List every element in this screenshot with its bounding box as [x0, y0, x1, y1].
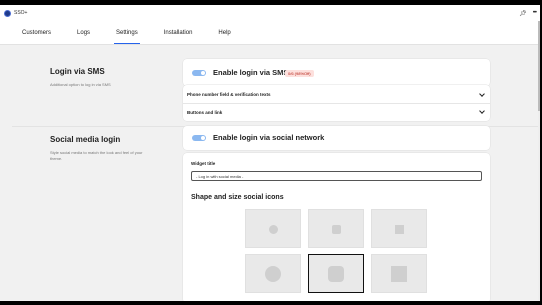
sms-phone-row-label: Phone number field & verification texts [187, 92, 271, 97]
sms-section-description: Additional option to log in via SMS [50, 82, 111, 87]
social-settings-card: Widget title - Log in with social media … [183, 153, 490, 301]
sms-status-badge: 0/6 (98%Off) [285, 70, 314, 77]
sms-toggle-card: Enable login via SMS 0/6 (98%Off) [183, 59, 490, 86]
social-desc-line1: Style social media to match the look and… [50, 150, 143, 155]
title-bar: SSO+ 📌︎ ••• [0, 5, 540, 21]
sms-toggle[interactable] [192, 70, 206, 76]
sms-section-title: Login via SMS [50, 67, 105, 76]
circle-icon [269, 225, 278, 234]
tab-settings[interactable]: Settings [108, 21, 146, 45]
social-toggle-label: Enable login via social network [213, 133, 325, 142]
tab-bar: Customers Logs Settings Installation Hel… [0, 21, 540, 45]
shape-size-title: Shape and size social icons [191, 194, 284, 201]
sms-buttons-row-label: Buttons and link [187, 109, 223, 115]
social-section-info: Social media login Style social media to… [50, 135, 170, 162]
social-toggle-card: Enable login via social network [183, 126, 490, 150]
chevron-down-icon[interactable] [478, 108, 486, 116]
tab-installation[interactable]: Installation [156, 21, 201, 45]
shape-option-rounded-square-small[interactable] [308, 209, 364, 248]
tab-logs[interactable]: Logs [69, 21, 98, 45]
shape-option-square-large[interactable] [371, 254, 427, 293]
titlebar-actions: 📌︎ ••• [519, 10, 537, 17]
scrollbar-thumb[interactable] [538, 21, 540, 111]
circle-icon [265, 266, 281, 282]
app-title: SSO+ [14, 10, 28, 16]
shape-option-square-small[interactable] [371, 209, 427, 248]
pin-icon[interactable]: 📌︎ [519, 10, 527, 17]
social-section-description: Style social media to match the look and… [50, 150, 170, 162]
more-icon[interactable]: ••• [533, 10, 537, 16]
square-icon [391, 266, 407, 282]
social-toggle[interactable] [192, 135, 206, 141]
sms-options-card: Phone number field & verification texts … [183, 85, 490, 121]
shape-option-circle-large[interactable] [245, 254, 301, 293]
sms-phone-row[interactable]: Phone number field & verification texts [183, 86, 490, 103]
rounded-square-icon [332, 225, 341, 234]
shape-option-rounded-square-large[interactable] [308, 254, 364, 293]
sms-buttons-row[interactable]: Buttons and link [183, 103, 490, 120]
social-desc-line2: theme. [50, 156, 63, 161]
square-icon [395, 225, 404, 234]
sms-section-info: Login via SMS Additional option to log i… [50, 67, 170, 88]
app-window: SSO+ 📌︎ ••• Customers Logs Settings Inst… [0, 5, 540, 301]
widget-title-label: Widget title [191, 161, 216, 166]
social-section-title: Social media login [50, 135, 121, 144]
shape-option-circle-small[interactable] [245, 209, 301, 248]
chevron-down-icon[interactable] [478, 91, 486, 99]
tab-customers[interactable]: Customers [14, 21, 59, 45]
sms-toggle-label: Enable login via SMS [213, 68, 289, 77]
app-logo-icon [4, 9, 11, 17]
widget-title-input[interactable]: - Log in with social media - [191, 171, 482, 181]
rounded-square-icon [328, 266, 344, 282]
tab-help[interactable]: Help [210, 21, 238, 45]
